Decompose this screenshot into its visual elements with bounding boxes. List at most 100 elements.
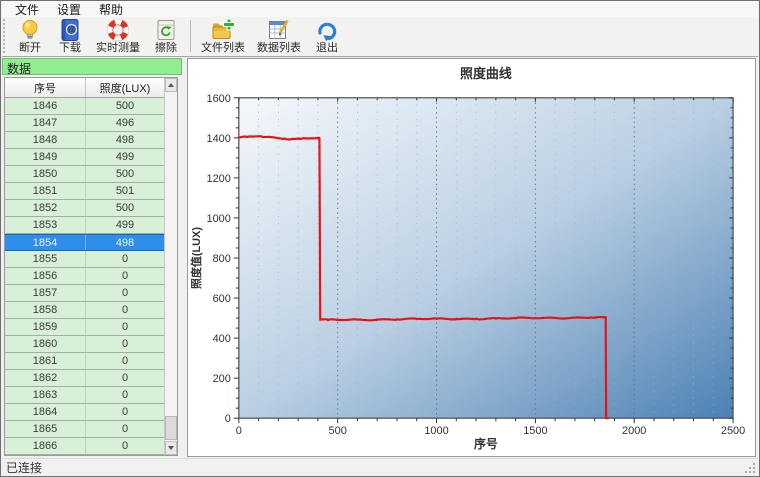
table-cell[interactable]: 1865: [5, 421, 86, 437]
file-list-button[interactable]: 文件列表: [195, 17, 251, 54]
bulb-icon: [22, 20, 38, 39]
table-row[interactable]: 1860 0: [5, 336, 164, 353]
table-cell[interactable]: 1846: [5, 98, 86, 114]
svg-text:400: 400: [213, 333, 231, 345]
svg-text:1400: 1400: [206, 133, 230, 145]
table-cell[interactable]: 500: [86, 98, 164, 114]
table-row[interactable]: 1849 499: [5, 149, 164, 166]
table-cell[interactable]: 0: [86, 302, 164, 318]
scroll-up-button[interactable]: [165, 78, 177, 92]
resize-grip-icon[interactable]: [744, 462, 756, 474]
table-cell[interactable]: 1860: [5, 336, 86, 352]
table-cell[interactable]: 1852: [5, 200, 86, 216]
table-row[interactable]: 1848 498: [5, 132, 164, 149]
lux-curve-chart: 0 200 400 600 800 1000 1200 1400 1600 0 500 1000 150…: [189, 66, 745, 451]
table-cell[interactable]: 1847: [5, 115, 86, 131]
table-cell[interactable]: 1854: [5, 235, 86, 250]
table-cell[interactable]: 1866: [5, 438, 86, 454]
table-cell[interactable]: 0: [86, 285, 164, 301]
svg-text:序号: 序号: [474, 436, 498, 451]
table-cell[interactable]: 501: [86, 183, 164, 199]
table-row[interactable]: 1847 496: [5, 115, 164, 132]
menu-file[interactable]: 文件: [6, 1, 48, 19]
data-table: 序号 照度(LUX) 1846 500 1847 496 1848 498 1849 499 1…: [4, 77, 178, 456]
table-cell[interactable]: 0: [86, 268, 164, 284]
exit-button[interactable]: 退出: [307, 17, 347, 54]
toolbar-grip[interactable]: [3, 19, 8, 53]
table-cell[interactable]: 500: [86, 166, 164, 182]
menu-help[interactable]: 帮助: [90, 1, 132, 19]
table-scrollbar[interactable]: [164, 78, 177, 455]
toolbar-label: 实时测量: [96, 42, 140, 54]
table-row[interactable]: 1855 0: [5, 251, 164, 268]
table-cell[interactable]: 0: [86, 251, 164, 267]
table-cell[interactable]: 1855: [5, 251, 86, 267]
table-row[interactable]: 1866 0: [5, 438, 164, 455]
table-cell[interactable]: 0: [86, 438, 164, 454]
table-cell[interactable]: 499: [86, 217, 164, 233]
table-row[interactable]: 1859 0: [5, 319, 164, 336]
table-row[interactable]: 1850 500: [5, 166, 164, 183]
toolbar-label: 下载: [59, 42, 81, 54]
svg-text:800: 800: [213, 253, 231, 265]
address-book-icon: @: [61, 19, 79, 41]
table-cell[interactable]: 0: [86, 387, 164, 403]
table-row[interactable]: 1863 0: [5, 387, 164, 404]
table-cell[interactable]: 1864: [5, 404, 86, 420]
table-row[interactable]: 1861 0: [5, 353, 164, 370]
table-cell[interactable]: 498: [86, 132, 164, 148]
table-cell[interactable]: 1858: [5, 302, 86, 318]
table-cell[interactable]: 0: [86, 404, 164, 420]
download-button[interactable]: @ 下载: [50, 17, 90, 54]
table-cell[interactable]: 496: [86, 115, 164, 131]
triangle-up-icon: [168, 83, 174, 87]
table-cell[interactable]: 0: [86, 353, 164, 369]
table-cell[interactable]: 498: [86, 235, 164, 250]
table-row[interactable]: 1851 501: [5, 183, 164, 200]
column-header-lux[interactable]: 照度(LUX): [86, 78, 164, 97]
table-cell[interactable]: 500: [86, 200, 164, 216]
table-row[interactable]: 1865 0: [5, 421, 164, 438]
toolbar-label: 断开: [19, 42, 41, 54]
scrollbar-thumb[interactable]: [165, 416, 177, 440]
table-row[interactable]: 1846 500: [5, 98, 164, 115]
svg-text:1500: 1500: [523, 425, 547, 437]
disconnect-button[interactable]: 断开: [10, 17, 50, 54]
table-cell[interactable]: 1851: [5, 183, 86, 199]
lifebuoy-icon: [106, 18, 130, 42]
erase-button[interactable]: 擦除: [146, 17, 186, 54]
table-cell[interactable]: 1859: [5, 319, 86, 335]
column-header-serial[interactable]: 序号: [5, 78, 86, 97]
table-row[interactable]: 1852 500: [5, 200, 164, 217]
toolbar-label: 退出: [316, 42, 338, 54]
table-cell[interactable]: 1856: [5, 268, 86, 284]
table-cell[interactable]: 1850: [5, 166, 86, 182]
table-cell[interactable]: 1862: [5, 370, 86, 386]
data-panel-title: 数据: [2, 58, 182, 76]
table-cell[interactable]: 0: [86, 336, 164, 352]
table-row[interactable]: 1857 0: [5, 285, 164, 302]
table-cell[interactable]: 1848: [5, 132, 86, 148]
table-cell[interactable]: 0: [86, 319, 164, 335]
table-row[interactable]: 1856 0: [5, 268, 164, 285]
table-cell[interactable]: 1853: [5, 217, 86, 233]
table-cell[interactable]: 1861: [5, 353, 86, 369]
scroll-down-button[interactable]: [165, 441, 177, 455]
menu-settings[interactable]: 设置: [48, 1, 90, 19]
table-cell[interactable]: 1863: [5, 387, 86, 403]
data-list-button[interactable]: 数据列表: [251, 17, 307, 54]
table-row[interactable]: 1862 0: [5, 370, 164, 387]
connection-status: 已连接: [6, 461, 43, 475]
table-cell[interactable]: 1857: [5, 285, 86, 301]
table-cell[interactable]: 499: [86, 149, 164, 165]
chart-panel: 0 200 400 600 800 1000 1200 1400 1600 0 500 1000 150…: [187, 58, 756, 457]
table-row[interactable]: 1853 499: [5, 217, 164, 234]
table-row[interactable]: 1854 498: [5, 234, 164, 251]
table-cell[interactable]: 0: [86, 421, 164, 437]
table-cell[interactable]: 1849: [5, 149, 86, 165]
table-cell[interactable]: 0: [86, 370, 164, 386]
svg-text:600: 600: [213, 293, 231, 305]
table-row[interactable]: 1864 0: [5, 404, 164, 421]
realtime-measure-button[interactable]: 实时测量: [90, 17, 146, 54]
table-row[interactable]: 1858 0: [5, 302, 164, 319]
